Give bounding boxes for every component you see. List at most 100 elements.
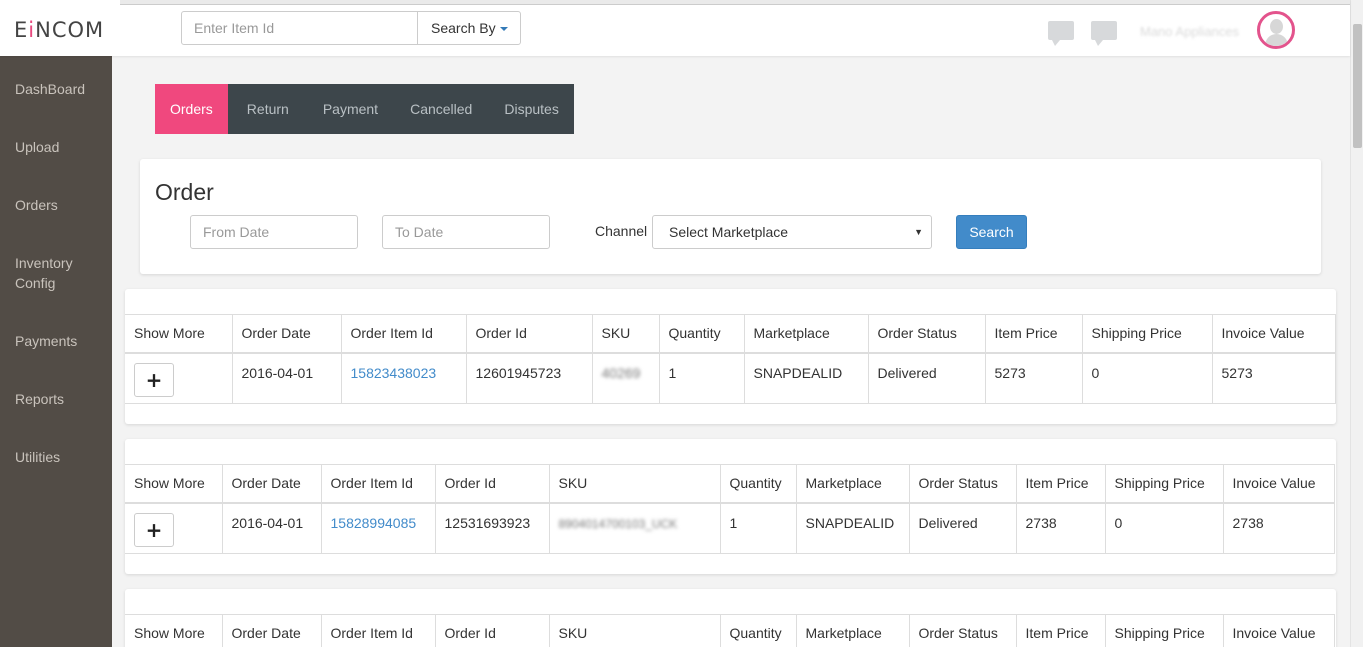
sidebar: DashBoard Upload Orders Inventory Config…: [0, 56, 112, 647]
page-title: Order: [155, 179, 214, 205]
search-by-label: Search By: [431, 20, 496, 36]
tab-orders[interactable]: Orders: [155, 84, 228, 134]
col-show-more: Show More: [125, 314, 233, 354]
col-item-price: Item Price: [1015, 614, 1106, 647]
scrollbar-thumb[interactable]: [1353, 24, 1362, 148]
col-sku: SKU: [548, 614, 721, 647]
col-shipping-price: Shipping Price: [1081, 314, 1213, 354]
sku: 40269: [601, 364, 641, 381]
col-marketplace: Marketplace: [743, 314, 869, 354]
chat-icon[interactable]: [1048, 21, 1074, 46]
select-arrow-icon: ▼: [914, 227, 923, 237]
table-header-row: Show More Order Date Order Item Id Order…: [125, 614, 1335, 647]
tab-payment[interactable]: Payment: [308, 84, 393, 134]
order-status: Delivered: [867, 352, 986, 404]
col-show-more: Show More: [125, 464, 223, 504]
message-icon[interactable]: [1091, 21, 1117, 46]
table-header-row: Show More Order Date Order Item Id Order…: [125, 464, 1335, 504]
shipping-price: 0: [1081, 352, 1213, 404]
order-date: 2016-04-01: [231, 352, 342, 404]
page-scrollbar[interactable]: [1350, 0, 1363, 647]
col-order-item-id: Order Item Id: [340, 314, 467, 354]
col-quantity: Quantity: [658, 314, 745, 354]
show-more-button[interactable]: +: [134, 362, 174, 397]
sidebar-item-dashboard[interactable]: DashBoard: [15, 79, 85, 99]
sidebar-item-payments[interactable]: Payments: [15, 331, 77, 351]
order-table: Show More Order Date Order Item Id Order…: [125, 314, 1336, 404]
sidebar-item-reports[interactable]: Reports: [15, 389, 64, 409]
marketplace: SNAPDEALID: [743, 352, 869, 404]
order-table: Show More Order Date Order Item Id Order…: [125, 614, 1335, 647]
marketplace-selected-value: Select Marketplace: [669, 224, 789, 240]
col-quantity: Quantity: [719, 464, 797, 504]
col-quantity: Quantity: [719, 614, 797, 647]
col-order-status: Order Status: [908, 614, 1017, 647]
item-price: 2738: [1015, 502, 1106, 554]
order-table: Show More Order Date Order Item Id Order…: [125, 464, 1335, 554]
avatar[interactable]: [1257, 11, 1295, 49]
col-sku: SKU: [591, 314, 660, 354]
search-button[interactable]: Search: [956, 215, 1027, 249]
order-card: Show More Order Date Order Item Id Order…: [125, 589, 1336, 647]
col-order-date: Order Date: [221, 464, 322, 504]
to-date-input[interactable]: [382, 215, 550, 249]
tab-return[interactable]: Return: [228, 84, 308, 134]
col-order-item-id: Order Item Id: [320, 464, 436, 504]
sidebar-item-upload[interactable]: Upload: [15, 137, 59, 157]
col-order-id: Order Id: [434, 464, 550, 504]
sidebar-item-inventory-config[interactable]: Inventory Config: [15, 253, 73, 293]
sku: 8904014700103_UCK: [558, 516, 678, 531]
col-order-status: Order Status: [908, 464, 1017, 504]
col-sku: SKU: [548, 464, 721, 504]
show-more-button[interactable]: +: [134, 512, 174, 547]
item-id-search-input[interactable]: [181, 11, 418, 45]
col-order-item-id: Order Item Id: [320, 614, 436, 647]
marketplace: SNAPDEALID: [795, 502, 910, 554]
table-row: + 2016-04-01 15828994085 12531693923 890…: [125, 502, 1335, 554]
invoice-value: 2738: [1222, 502, 1335, 554]
quantity: 1: [658, 352, 745, 404]
order-item-id-link[interactable]: 15828994085: [331, 515, 417, 531]
order-id: 12601945723: [465, 352, 593, 404]
order-card: Show More Order Date Order Item Id Order…: [125, 289, 1336, 424]
shipping-price: 0: [1104, 502, 1224, 554]
table-header-row: Show More Order Date Order Item Id Order…: [125, 314, 1336, 354]
order-id: 12531693923: [434, 502, 550, 554]
order-tabs: Orders Return Payment Cancelled Disputes: [155, 84, 574, 134]
app-logo[interactable]: EiNCOM: [14, 18, 104, 42]
top-divider: [120, 0, 1350, 5]
marketplace-select[interactable]: Select Marketplace ▼: [652, 215, 932, 249]
from-date-input[interactable]: [190, 215, 358, 249]
order-date: 2016-04-01: [221, 502, 322, 554]
table-row: + 2016-04-01 15823438023 12601945723 402…: [125, 352, 1336, 404]
sidebar-item-utilities[interactable]: Utilities: [15, 447, 60, 467]
top-bar: EiNCOM Search By Mano Appliances: [0, 0, 1350, 56]
channel-label: Channel: [595, 223, 648, 239]
col-order-id: Order Id: [434, 614, 550, 647]
col-invoice-value: Invoice Value: [1211, 314, 1336, 354]
username: Mano Appliances: [1140, 24, 1240, 39]
col-marketplace: Marketplace: [795, 464, 910, 504]
order-card: Show More Order Date Order Item Id Order…: [125, 439, 1336, 574]
col-item-price: Item Price: [1015, 464, 1106, 504]
order-status: Delivered: [908, 502, 1017, 554]
col-order-date: Order Date: [231, 314, 342, 354]
col-order-status: Order Status: [867, 314, 986, 354]
col-item-price: Item Price: [984, 314, 1083, 354]
col-invoice-value: Invoice Value: [1222, 464, 1335, 504]
order-item-id-link[interactable]: 15823438023: [351, 365, 437, 381]
quantity: 1: [719, 502, 797, 554]
sidebar-item-orders[interactable]: Orders: [15, 195, 58, 215]
search-by-dropdown[interactable]: Search By: [417, 11, 521, 45]
col-marketplace: Marketplace: [795, 614, 910, 647]
item-price: 5273: [984, 352, 1083, 404]
order-filter-panel: Order Channel Select Marketplace ▼ Searc…: [140, 159, 1321, 274]
col-shipping-price: Shipping Price: [1104, 464, 1224, 504]
tab-disputes[interactable]: Disputes: [489, 84, 573, 134]
caret-down-icon: [499, 27, 508, 32]
col-order-id: Order Id: [465, 314, 593, 354]
tab-cancelled[interactable]: Cancelled: [393, 84, 489, 134]
user-silhouette-icon: [1270, 19, 1283, 34]
invoice-value: 5273: [1211, 352, 1336, 404]
col-invoice-value: Invoice Value: [1222, 614, 1335, 647]
